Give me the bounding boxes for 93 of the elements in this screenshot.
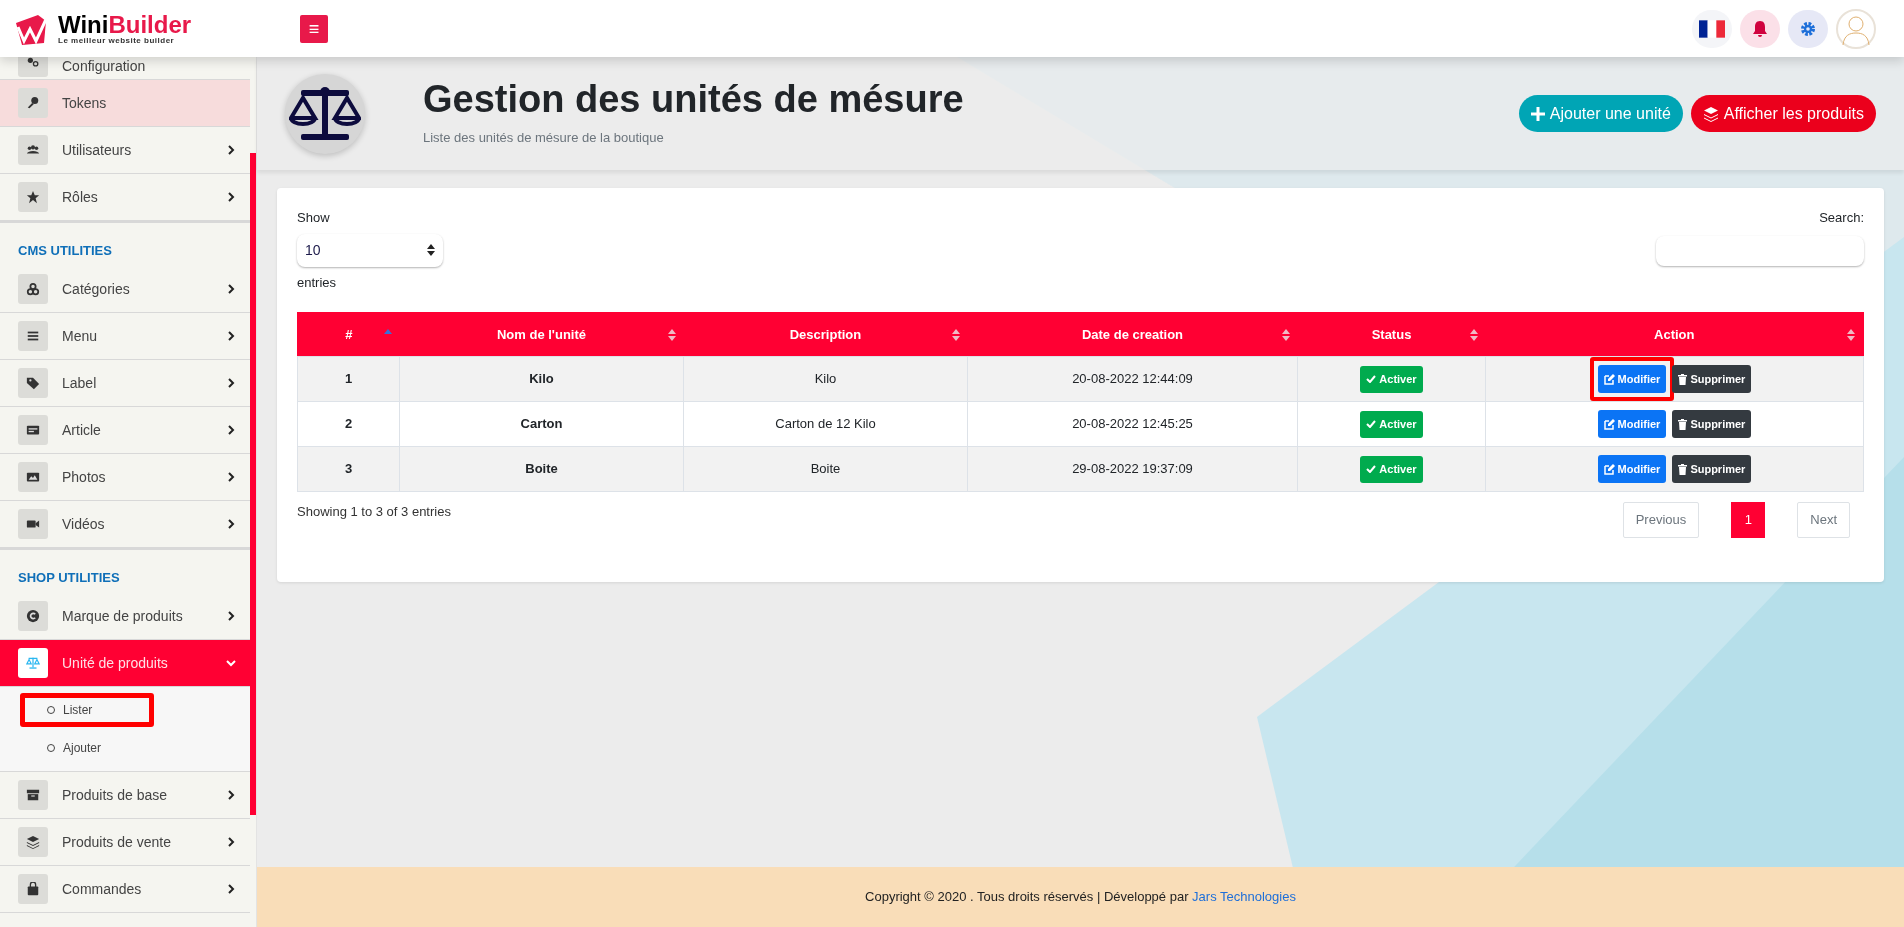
- notifications-button[interactable]: [1740, 9, 1780, 48]
- french-flag-icon: [1699, 19, 1725, 38]
- chevron-icon: [226, 192, 236, 202]
- chevron-icon: [226, 519, 236, 529]
- image-icon: [26, 470, 40, 484]
- star-icon: [26, 190, 40, 204]
- table-cell: Boite: [683, 446, 968, 492]
- page-size-select[interactable]: 10: [297, 233, 443, 267]
- menu-icon: [26, 329, 40, 343]
- scrollbar[interactable]: [250, 153, 256, 815]
- delete-button[interactable]: Supprimer: [1672, 410, 1752, 438]
- column-header[interactable]: Status: [1297, 312, 1486, 357]
- menu-button[interactable]: ≡: [300, 14, 328, 43]
- sidebar-item[interactable]: Tokens: [0, 80, 250, 127]
- chevron-icon: [226, 611, 236, 621]
- check-icon: [1366, 420, 1377, 428]
- previous-button[interactable]: Previous: [1622, 502, 1700, 538]
- chevron-icon: [226, 284, 236, 294]
- plus-icon: [1530, 106, 1545, 121]
- chevron-icon: [226, 790, 236, 800]
- tag-icon: [26, 376, 40, 390]
- check-icon: [1366, 465, 1377, 473]
- column-header[interactable]: #: [297, 312, 400, 357]
- submenu-item[interactable]: Lister: [20, 693, 154, 727]
- page-title: Gestion des unités de mésure: [423, 79, 964, 118]
- chevron-icon: [226, 837, 236, 847]
- copyright-text: Copyright © 2020 . Tous droits réservés | Développé par Jars Technologies: [865, 888, 1296, 907]
- chevron-icon: [226, 658, 236, 668]
- settings-icon: [1800, 20, 1816, 37]
- layers-icon: [1702, 105, 1719, 122]
- entries-label: entries: [297, 273, 338, 292]
- table-info: Showing 1 to 3 of 3 entries: [297, 503, 451, 521]
- edit-button[interactable]: Modifier: [1597, 455, 1667, 483]
- edit-button[interactable]: Modifier: [1597, 410, 1667, 438]
- search-label: Search:: [1819, 209, 1864, 227]
- chevron-icon: [226, 331, 236, 341]
- column-header[interactable]: Action: [1485, 312, 1864, 357]
- settings-button[interactable]: [1788, 9, 1828, 48]
- users-icon: [26, 143, 40, 157]
- table-cell: Carton de 12 Kilo: [683, 401, 968, 447]
- show-label: Show: [297, 209, 331, 227]
- table-cell: 2: [297, 401, 400, 447]
- table-cell: 29-08-2022 19:37:09: [967, 446, 1298, 492]
- chevron-icon: [226, 425, 236, 435]
- sidebar-item[interactable]: Configuration: [0, 57, 250, 80]
- table-cell: 1: [297, 356, 400, 402]
- table-cell: Kilo: [683, 356, 968, 402]
- bell-icon: [1752, 19, 1768, 38]
- table-cell: Kilo: [399, 356, 684, 402]
- copyright-icon: [26, 609, 40, 623]
- edit-icon: [1603, 463, 1615, 475]
- chevron-icon: [226, 884, 236, 894]
- page-button[interactable]: 1: [1731, 502, 1766, 538]
- trash-icon: [1678, 463, 1688, 475]
- table-cell: Boite: [399, 446, 684, 492]
- gears-icon: [26, 57, 40, 69]
- page-subtitle: Liste des unités de mésure de la boutique: [423, 128, 665, 147]
- delete-button[interactable]: Supprimer: [1672, 455, 1752, 483]
- logo-text: Builder: [108, 12, 192, 37]
- chevron-icon: [226, 145, 236, 155]
- show-products-button[interactable]: Afficher les produits: [1690, 95, 1876, 132]
- next-button[interactable]: Next: [1797, 502, 1850, 538]
- trash-icon: [1678, 373, 1688, 385]
- table-cell: Carton: [399, 401, 684, 447]
- delete-button[interactable]: Supprimer: [1672, 365, 1752, 393]
- edit-icon: [1603, 418, 1615, 430]
- edit-button[interactable]: Modifier: [1597, 365, 1667, 393]
- logo-tagline: Le meilleur website builder: [58, 36, 176, 45]
- chevron-icon: [226, 472, 236, 482]
- sort-caret-icon: [427, 244, 435, 256]
- balance-scale-icon: [26, 656, 40, 670]
- submenu-item[interactable]: Ajouter: [20, 731, 154, 765]
- archive-icon: [26, 788, 40, 802]
- edit-icon: [1603, 373, 1615, 385]
- chevron-icon: [226, 378, 236, 388]
- column-header[interactable]: Description: [683, 312, 968, 357]
- company-link[interactable]: Jars Technologies: [1192, 889, 1296, 905]
- column-header[interactable]: Date de creation: [967, 312, 1298, 357]
- column-header[interactable]: Nom de l'unité: [399, 312, 684, 357]
- sidebar-section-title: SHOP UTILITIES: [18, 568, 120, 587]
- balance-scale-icon: [289, 85, 361, 142]
- sidebar-section-title: CMS UTILITIES: [18, 241, 112, 260]
- table-cell: 20-08-2022 12:45:25: [967, 401, 1298, 447]
- table-cell: 3: [297, 446, 400, 492]
- language-button[interactable]: [1692, 9, 1732, 48]
- check-icon: [1366, 375, 1377, 383]
- trash-icon: [1678, 418, 1688, 430]
- layers-icon: [26, 835, 40, 849]
- table-cell: 20-08-2022 12:44:09: [967, 356, 1298, 402]
- shopping-bag-icon: [26, 882, 40, 896]
- logo-text: Wini: [58, 12, 109, 37]
- cubes-icon: [26, 282, 40, 296]
- card-icon: [26, 423, 40, 437]
